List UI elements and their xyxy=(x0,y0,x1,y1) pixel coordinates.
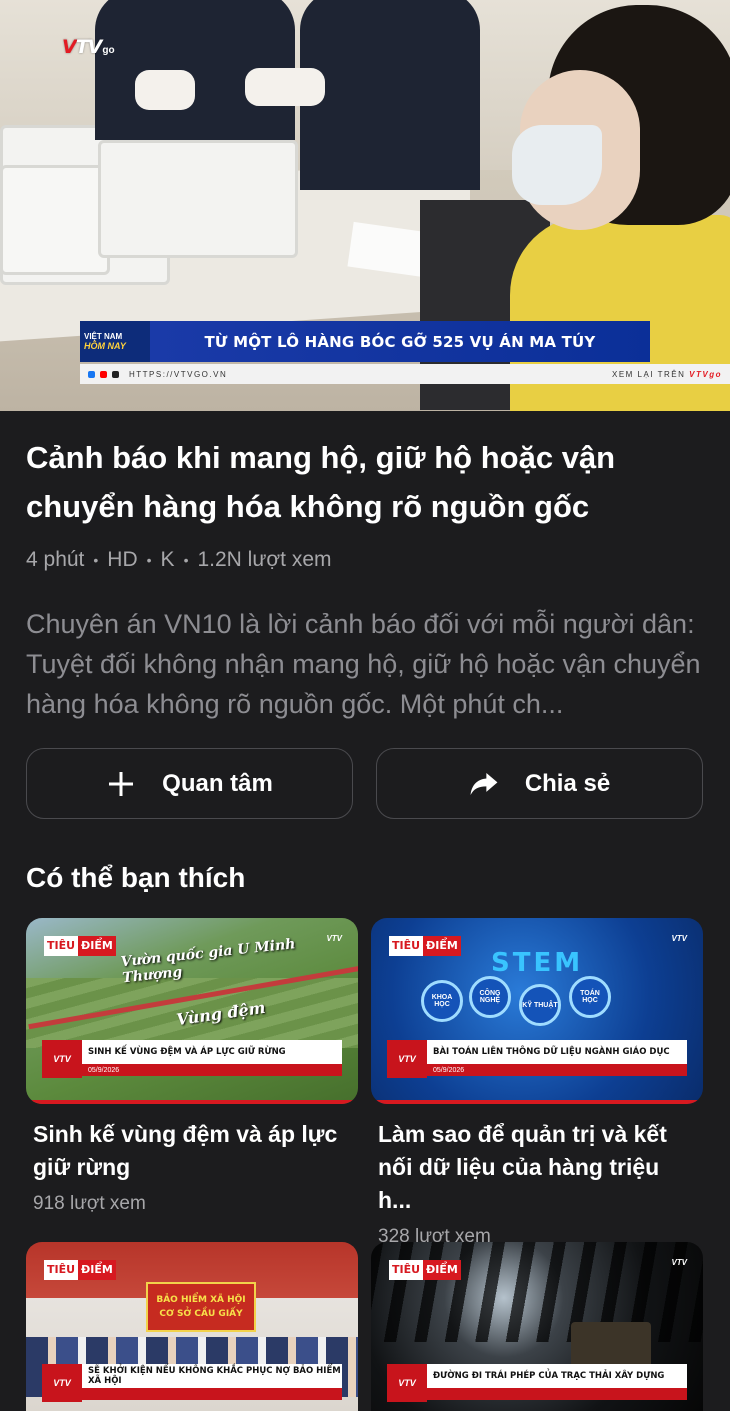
video-description[interactable]: Chuyên án VN10 là lời cảnh báo đối với m… xyxy=(26,604,706,724)
video-frame-glove xyxy=(135,70,195,110)
vtv-logo: VTV xyxy=(387,1040,427,1078)
ticker-replay-text: XEM LẠI TRÊN xyxy=(612,369,686,379)
suggestion-card[interactable]: Vườn quốc gia U Minh Thượng Vùng đệm TIÊ… xyxy=(26,918,358,1215)
vtv-watermark: VTV xyxy=(326,934,342,943)
thumbnail-caption: SINH KẾ VÙNG ĐỆM VÀ ÁP LỰC GIỮ RỪNG xyxy=(82,1040,342,1064)
thumbnail-lower-third: VTV ĐƯỜNG ĐI TRÁI PHÉP CỦA TRẠC THẢI XÂY… xyxy=(387,1364,687,1402)
thumbnail-lower-third: VTV SẼ KHỞI KIỆN NẾU KHÔNG KHẮC PHỤC NỢ … xyxy=(42,1364,342,1402)
video-frame-officer xyxy=(300,0,480,190)
tag-part: TIÊU xyxy=(44,1260,79,1280)
suggestions-title: Có thể bạn thích xyxy=(26,862,246,893)
tag-part: TIÊU xyxy=(389,1260,424,1280)
stem-bubble: KỸ THUẬT xyxy=(519,984,561,1026)
video-views: 1.2N lượt xem xyxy=(197,548,332,571)
show-brand: VIỆT NAM HÔM NAY xyxy=(80,321,150,362)
ticker-replay: XEM LẠI TRÊN VTVgo xyxy=(612,370,722,379)
thumbnail-date: 05/9/2026 xyxy=(427,1064,687,1076)
thumbnail-lower-third: VTV BÀI TOÁN LIÊN THÔNG DỮ LIỆU NGÀNH GI… xyxy=(387,1040,687,1078)
thumbnail-caption-box: SINH KẾ VÙNG ĐỆM VÀ ÁP LỰC GIỮ RỪNG 05/9… xyxy=(82,1040,342,1078)
thumbnail-caption: ĐƯỜNG ĐI TRÁI PHÉP CỦA TRẠC THẢI XÂY DỰN… xyxy=(427,1364,687,1388)
thumbnail-trees xyxy=(371,1242,703,1342)
tieu-diem-tag: TIÊU ĐIỂM xyxy=(389,936,461,956)
video-title: Cảnh báo khi mang hộ, giữ hộ hoặc vận ch… xyxy=(26,440,616,524)
thumbnail-caption: BÀI TOÁN LIÊN THÔNG DỮ LIỆU NGÀNH GIÁO D… xyxy=(427,1040,687,1064)
vtv-logo-text: VTV xyxy=(62,36,102,58)
tieu-diem-tag: TIÊU ĐIỂM xyxy=(44,936,116,956)
youtube-icon xyxy=(100,370,107,378)
vtv-watermark: VTV xyxy=(671,1258,687,1267)
video-duration: 4 phút xyxy=(26,548,85,571)
show-brand-line1: VIỆT NAM xyxy=(84,332,123,341)
thumbnail-date xyxy=(82,1388,342,1400)
suggestion-thumbnail[interactable]: TIÊU ĐIỂM VTV VTV ĐƯỜNG ĐI TRÁI PHÉP CỦA… xyxy=(371,1242,703,1411)
video-frame-bin xyxy=(0,165,110,275)
vtv-logo: VTV xyxy=(42,1364,82,1402)
tag-part: TIÊU xyxy=(44,936,79,956)
follow-button[interactable]: Quan tâm xyxy=(26,748,353,819)
news-lower-third: VIỆT NAM HÔM NAY TỪ MỘT LÔ HÀNG BÓC GỠ 5… xyxy=(80,321,650,362)
suggestion-thumbnail[interactable]: STEM KHOA HỌC CÔNG NGHỆ KỸ THUẬT TOÁN HỌ… xyxy=(371,918,703,1104)
follow-label: Quan tâm xyxy=(162,769,273,797)
facebook-icon xyxy=(88,370,95,378)
share-button[interactable]: Chia sẻ xyxy=(376,748,703,819)
video-rating: K xyxy=(160,548,175,571)
thumbnail-progress-line xyxy=(26,1100,358,1104)
suggestion-title[interactable]: Làm sao để quản trị và kết nối dữ liệu c… xyxy=(371,1118,696,1217)
tieu-diem-tag: TIÊU ĐIỂM xyxy=(389,1260,461,1280)
video-meta: 4 phút • HD • K • 1.2N lượt xem xyxy=(26,548,332,572)
suggestion-card[interactable]: BẢO HIỂM XÃ HỘI CƠ SỞ CẦU GIẤY TIÊU ĐIỂM… xyxy=(26,1242,358,1411)
tiktok-icon xyxy=(112,370,119,378)
news-headline: TỪ MỘT LÔ HÀNG BÓC GỠ 525 VỤ ÁN MA TÚY xyxy=(150,321,650,362)
suggestion-views: 918 lượt xem xyxy=(33,1193,146,1214)
thumbnail-lower-third: VTV SINH KẾ VÙNG ĐỆM VÀ ÁP LỰC GIỮ RỪNG … xyxy=(42,1040,342,1078)
tieu-diem-tag: TIÊU ĐIỂM xyxy=(44,1260,116,1280)
vtv-logo: VTV xyxy=(387,1364,427,1402)
thumbnail-caption-box: ĐƯỜNG ĐI TRÁI PHÉP CỦA TRẠC THẢI XÂY DỰN… xyxy=(427,1364,687,1402)
tag-part: ĐIỂM xyxy=(423,1260,461,1280)
ticker-url: HTTPS://VTVGO.VN xyxy=(129,369,228,379)
suggestion-card[interactable]: TIÊU ĐIỂM VTV VTV ĐƯỜNG ĐI TRÁI PHÉP CỦA… xyxy=(371,1242,703,1411)
vtv-logo-suffix: go xyxy=(102,45,115,56)
vtvgo-logo: VTV go xyxy=(62,36,115,58)
suggestion-card[interactable]: STEM KHOA HỌC CÔNG NGHỆ KỸ THUẬT TOÁN HỌ… xyxy=(371,918,703,1248)
thumbnail-progress-line xyxy=(371,1100,703,1104)
vtv-watermark: VTV xyxy=(671,934,687,943)
video-frame-mask xyxy=(512,125,602,205)
thumbnail-caption-box: BÀI TOÁN LIÊN THÔNG DỮ LIỆU NGÀNH GIÁO D… xyxy=(427,1040,687,1078)
tag-part: ĐIỂM xyxy=(78,936,116,956)
share-arrow-icon xyxy=(469,769,499,799)
share-label: Chia sẻ xyxy=(524,769,611,797)
news-ticker: HTTPS://VTVGO.VN XEM LẠI TRÊN VTVgo xyxy=(80,364,730,384)
meta-separator: • xyxy=(146,552,152,568)
meta-separator: • xyxy=(93,552,99,568)
vtv-logo: VTV xyxy=(42,1040,82,1078)
stem-bubble: TOÁN HỌC xyxy=(569,976,611,1018)
tag-part: ĐIỂM xyxy=(423,936,461,956)
video-frame-bin xyxy=(98,140,298,258)
thumbnail-caption: SẼ KHỞI KIỆN NẾU KHÔNG KHẮC PHỤC NỢ BẢO … xyxy=(82,1364,342,1388)
stem-bubble: CÔNG NGHỆ xyxy=(469,976,511,1018)
meta-separator: • xyxy=(183,552,189,568)
tag-part: ĐIỂM xyxy=(78,1260,116,1280)
stem-text: STEM xyxy=(491,948,584,978)
thumbnail-caption-box: SẼ KHỞI KIỆN NẾU KHÔNG KHẮC PHỤC NỢ BẢO … xyxy=(82,1364,342,1402)
thumbnail-banner: BẢO HIỂM XÃ HỘI CƠ SỞ CẦU GIẤY xyxy=(146,1282,256,1332)
stem-bubble: KHOA HỌC xyxy=(421,980,463,1022)
tag-part: TIÊU xyxy=(389,936,424,956)
plus-icon xyxy=(106,769,136,799)
thumbnail-date: 05/9/2026 xyxy=(82,1064,342,1076)
video-quality: HD xyxy=(107,548,138,571)
show-brand-line2: HÔM NAY xyxy=(84,341,126,351)
video-frame-glove xyxy=(245,68,325,106)
suggestion-thumbnail[interactable]: Vườn quốc gia U Minh Thượng Vùng đệm TIÊ… xyxy=(26,918,358,1104)
suggestion-thumbnail[interactable]: BẢO HIỂM XÃ HỘI CƠ SỞ CẦU GIẤY TIÊU ĐIỂM… xyxy=(26,1242,358,1411)
social-icons xyxy=(88,370,119,378)
suggestion-title[interactable]: Sinh kế vùng đệm và áp lực giữ rừng xyxy=(26,1118,351,1184)
ticker-replay-brand: VTVgo xyxy=(689,369,722,379)
video-player[interactable]: VTV go VIỆT NAM HÔM NAY TỪ MỘT LÔ HÀNG B… xyxy=(0,0,730,411)
thumbnail-date xyxy=(427,1388,687,1400)
